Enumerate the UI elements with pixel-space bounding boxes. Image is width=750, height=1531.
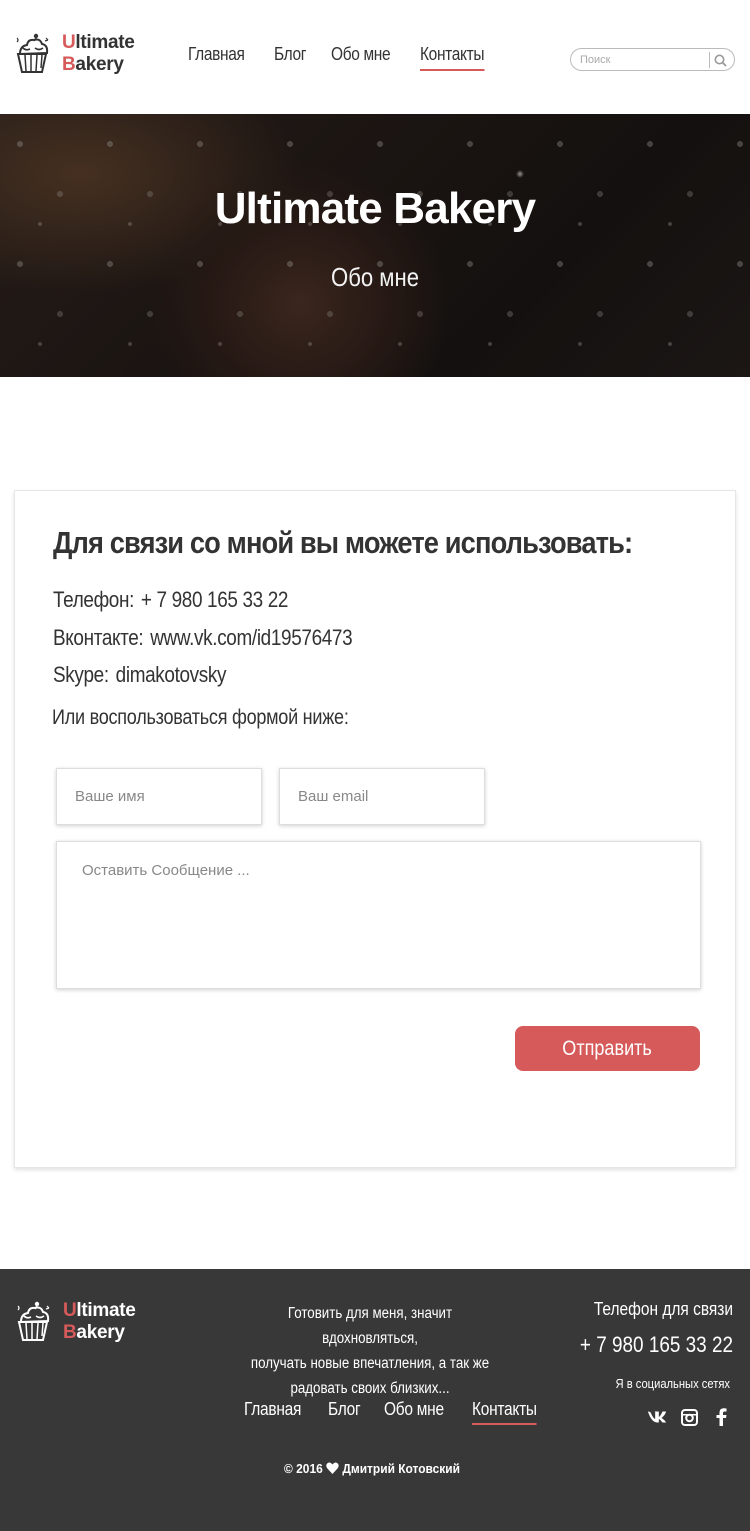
hero-subtitle: Обо мне [331,262,419,292]
contact-phone-row: Телефон: + 7 980 165 33 22 [53,587,288,613]
footer-logo-text: Ultimate Bakery [63,1300,136,1343]
contact-vk-row: Вконтакте: www.vk.com/id19576473 [53,625,353,651]
skype-label: Skype: [53,662,109,687]
nav-link-blog[interactable]: Блог [274,44,306,71]
phone-value: + 7 980 165 33 22 [140,587,289,612]
footer-nav-blog[interactable]: Блог [328,1399,361,1425]
social-links [555,1407,731,1427]
phone-label: Телефон: [53,587,135,612]
skype-value: dimakotovsky [115,662,227,687]
form-intro: Или воспользоваться формой ниже: [52,706,349,729]
vk-label: Вконтакте: [53,625,144,650]
footer-nav-about[interactable]: Обо мне [384,1399,444,1425]
logo[interactable]: Ultimate Bakery [14,32,135,76]
cupcake-icon [17,1301,50,1341]
contact-heading: Для связи со мной вы можете использовать… [53,525,633,560]
copyright: © 2016 Дмитрий Котовский [284,1461,460,1476]
site-header: Ultimate Bakery Главная Блог Обо мне Кон… [0,0,750,114]
email-input[interactable] [279,768,485,825]
instagram-icon[interactable] [679,1407,699,1427]
send-button[interactable]: Отправить [515,1026,700,1071]
footer-phone: + 7 980 165 33 22 [579,1332,733,1357]
search-input[interactable] [580,53,705,66]
message-textarea[interactable] [56,841,701,989]
site-footer: Ultimate Bakery Готовить для меня, значи… [0,1269,750,1531]
vk-link[interactable]: www.vk.com/id19576473 [150,625,352,650]
contact-card: Для связи со мной вы можете использовать… [14,490,736,1168]
footer-nav-home[interactable]: Главная [244,1399,301,1425]
search-box [570,48,735,71]
vk-icon[interactable] [647,1407,667,1427]
footer-logo[interactable]: Ultimate Bakery [15,1300,136,1344]
heart-icon [326,1462,339,1474]
footer-nav-contacts[interactable]: Контакты [471,1399,537,1425]
hero-title: Ultimate Bakery [214,184,536,233]
hero-banner: Ultimate Bakery Обо мне [0,114,750,377]
name-input[interactable] [56,768,262,825]
nav-link-home[interactable]: Главная [188,44,245,71]
footer-nav: Главная Блог Обо мне Контакты [244,1399,565,1425]
nav-link-contacts[interactable]: Контакты [419,44,484,71]
facebook-icon[interactable] [711,1407,731,1427]
footer-social-label: Я в социальных сетях [615,1376,730,1391]
logo-text: Ultimate Bakery [62,32,135,75]
footer-about-text: Готовить для меня, значит вдохновляться,… [250,1305,490,1397]
contact-skype-row: Skype: dimakotovsky [53,662,226,688]
search-icon [714,54,727,67]
main-nav: Главная Блог Обо мне Контакты [188,44,514,71]
cupcake-icon [16,33,49,73]
nav-link-about[interactable]: Обо мне [331,44,391,71]
footer-contacts: Телефон для связи + 7 980 165 33 22 Я в … [555,1299,733,1427]
search-button[interactable] [709,52,727,68]
footer-phone-label: Телефон для связи [593,1299,733,1319]
